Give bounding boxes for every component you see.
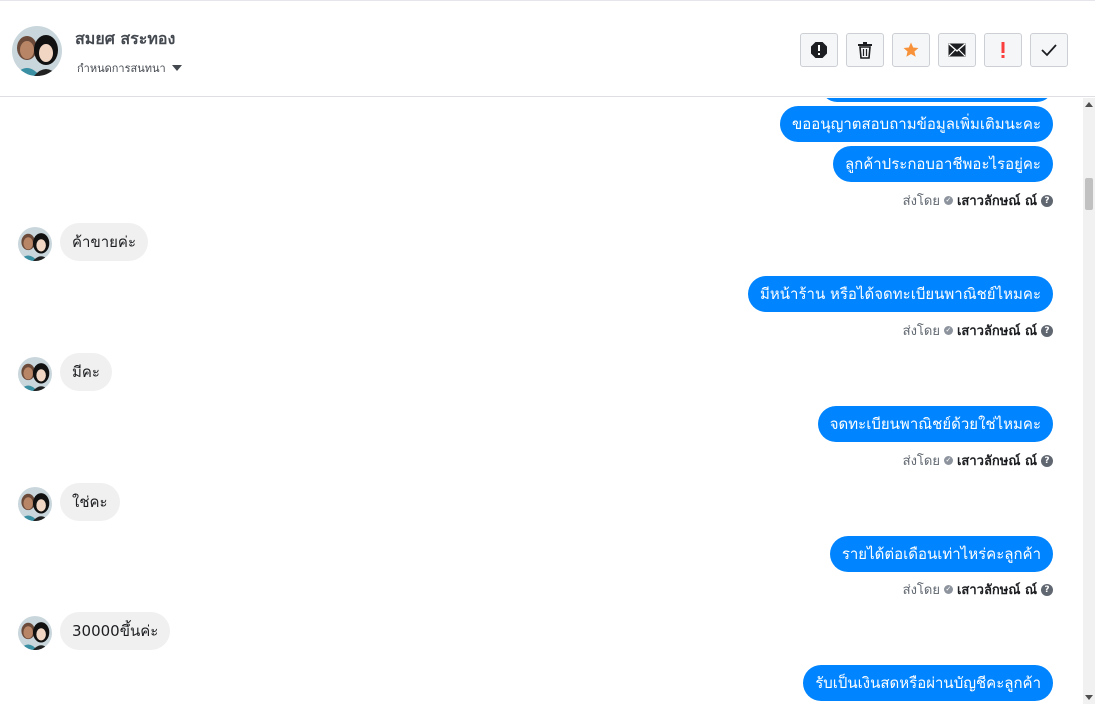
important-icon — [1001, 42, 1005, 58]
trash-icon — [858, 42, 872, 59]
check-icon — [1041, 44, 1057, 57]
chat-scrollbar[interactable] — [1083, 98, 1095, 704]
help-icon[interactable]: ? — [1041, 324, 1053, 337]
message-bubble-out: มีหน้าร้าน หรือได้จดทะเบียนพาณิชย์ไหมคะ — [748, 276, 1053, 312]
sent-by-label: ส่งโดย ✓ เสาวลักษณ์ ณ์ ? — [903, 320, 1053, 341]
star-button[interactable] — [892, 33, 930, 67]
done-button[interactable] — [1030, 33, 1068, 67]
avatar[interactable] — [18, 616, 52, 650]
mail-icon — [948, 43, 966, 57]
mark-unread-button[interactable] — [938, 33, 976, 67]
caret-down-icon — [171, 65, 182, 71]
sent-by-label: ส่งโดย ✓ เสาวลักษณ์ ณ์ ? — [903, 450, 1053, 471]
scroll-down-icon[interactable] — [1085, 695, 1093, 700]
message-bubble-in: มีคะ — [60, 353, 112, 391]
action-toolbar — [800, 33, 1068, 67]
message-bubble-in: 30000ขึ้นค่ะ — [60, 612, 171, 650]
verified-icon: ✓ — [943, 456, 953, 465]
sender-name: เสาวลักษณ์ ณ์ — [956, 324, 1037, 339]
sent-by-label: ส่งโดย ✓ เสาวลักษณ์ ณ์ ? — [903, 190, 1053, 211]
message-bubble-out: จดทะเบียนพาณิชย์ด้วยใช่ไหมคะ — [817, 406, 1053, 442]
verified-icon: ✓ — [943, 326, 953, 335]
sender-name: เสาวลักษณ์ ณ์ — [956, 454, 1037, 469]
message-bubble-out: ขออนุญาตสอบถามข้อมูลเพิ่มเติมนะคะ — [780, 106, 1053, 142]
delete-button[interactable] — [846, 33, 884, 67]
message-bubble-out: รับเป็นเงินสดหรือผ่านบัญชีคะลูกค้า — [803, 665, 1053, 701]
conversation-header: สมยศ สระทอง กำหนดการสนทนา — [0, 0, 1095, 97]
report-icon — [811, 42, 827, 58]
contact-name[interactable]: สมยศ สระทอง — [75, 27, 175, 52]
verified-icon: ✓ — [943, 585, 953, 594]
report-button[interactable] — [800, 33, 838, 67]
message-bubble-in: ค้าขายค่ะ — [60, 223, 149, 261]
sent-by-prefix: ส่งโดย — [902, 454, 940, 469]
avatar[interactable] — [18, 227, 52, 261]
sent-by-prefix: ส่งโดย — [902, 583, 940, 598]
help-icon[interactable]: ? — [1041, 583, 1053, 596]
avatar[interactable] — [18, 357, 52, 391]
avatar[interactable] — [12, 26, 62, 76]
help-icon[interactable]: ? — [1041, 194, 1053, 207]
help-icon[interactable]: ? — [1041, 454, 1053, 467]
avatar[interactable] — [18, 487, 52, 521]
scroll-up-icon[interactable] — [1085, 102, 1093, 107]
sent-by-prefix: ส่งโดย — [902, 324, 940, 339]
message-bubble-clipped — [821, 98, 1053, 102]
sent-by-label: ส่งโดย ✓ เสาวลักษณ์ ณ์ ? — [903, 579, 1053, 600]
scroll-thumb[interactable] — [1085, 178, 1093, 210]
message-bubble-in: ใช่คะ — [60, 483, 120, 521]
conversation-options-dropdown[interactable]: กำหนดการสนทนา — [77, 59, 182, 77]
sender-name: เสาวลักษณ์ ณ์ — [956, 194, 1037, 209]
message-bubble-out: ลูกค้าประกอบอาชีพอะไรอยู่คะ — [832, 146, 1053, 182]
verified-icon: ✓ — [943, 196, 953, 205]
important-button[interactable] — [984, 33, 1022, 67]
sent-by-prefix: ส่งโดย — [902, 194, 940, 209]
message-bubble-out: รายได้ต่อเดือนเท่าไหร่คะลูกค้า — [829, 536, 1053, 572]
message-thread: ขออนุญาตสอบถามข้อมูลเพิ่มเติมนะคะ ลูกค้า… — [0, 98, 1083, 704]
sender-name: เสาวลักษณ์ ณ์ — [956, 583, 1037, 598]
conversation-options-label: กำหนดการสนทนา — [77, 62, 166, 75]
star-icon — [903, 42, 919, 57]
